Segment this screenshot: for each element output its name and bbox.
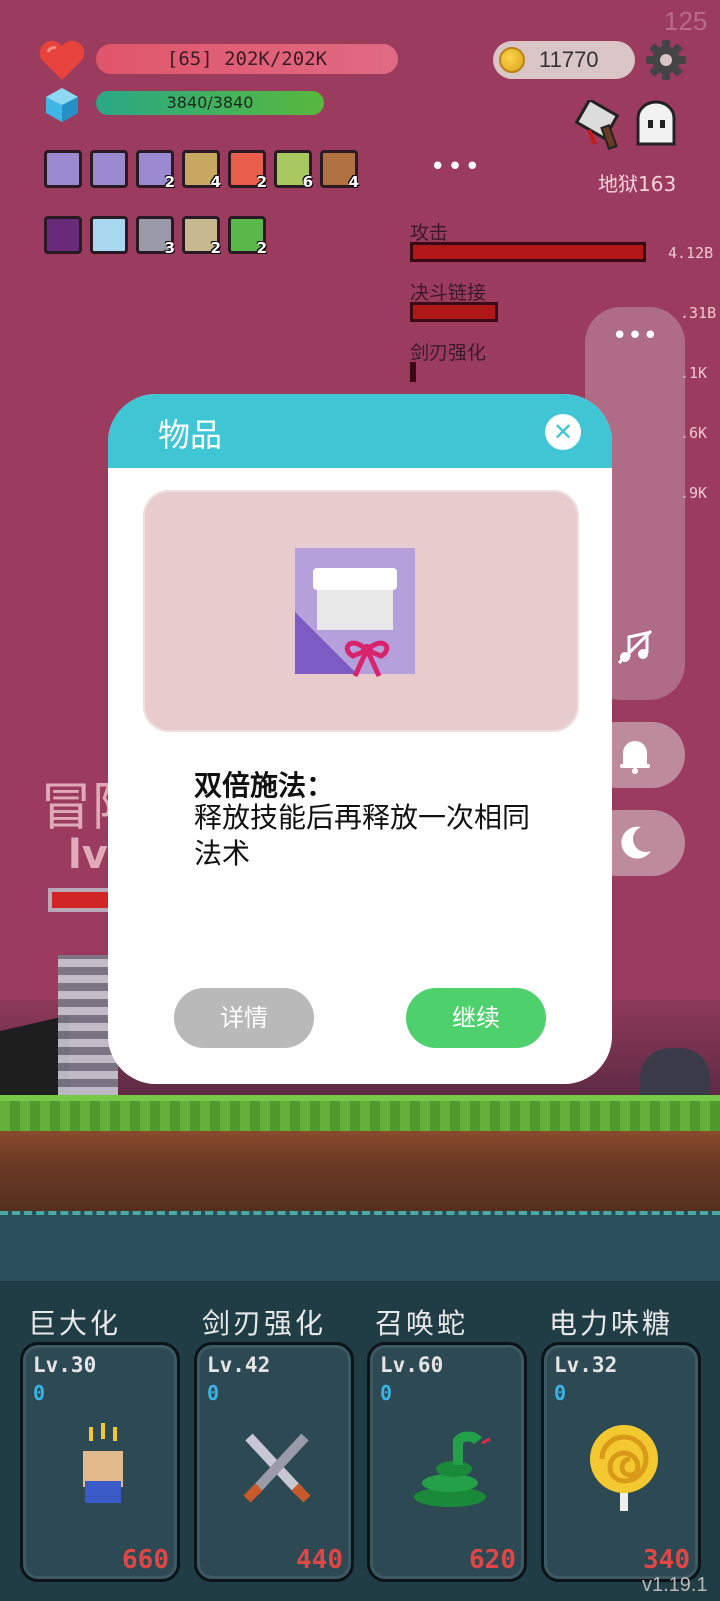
skill-name: 召唤蛇 (375, 1307, 469, 1340)
cleaver-icon[interactable] (575, 100, 627, 152)
water-strip (0, 1211, 720, 1281)
item-dialog: 物品 ✕ 双倍施法： 释放技能后再释放一次相同法术 详情 继续 (108, 394, 612, 1084)
snake-icon (408, 1421, 492, 1513)
details-button[interactable]: 详情 (174, 988, 314, 1048)
flame-icon[interactable]: 2 (228, 150, 267, 191)
skill-card[interactable]: Lv.42 0 440 (194, 1342, 354, 1582)
coin-value: 11770 (539, 47, 599, 72)
skill-name: 巨大化 (28, 1307, 122, 1340)
stat-label: 决斗链接 (410, 282, 487, 304)
crossed-swords-icon (235, 1421, 319, 1513)
skill-level: Lv.42 (207, 1353, 271, 1377)
scroll-bow-icon[interactable] (90, 150, 128, 188)
version-label: v1.19.1 (642, 1574, 708, 1596)
skill-card[interactable]: Lv.60 0 620 (367, 1342, 527, 1582)
dialog-title: 物品 (158, 416, 223, 454)
ghost-icon[interactable] (632, 100, 680, 148)
check-icon[interactable]: 2 (228, 216, 267, 257)
skill-name: 剑刃强化 (202, 1307, 327, 1340)
fps-counter: 125 (664, 6, 708, 36)
skill-cost: 340 (643, 1545, 690, 1575)
skill-card[interactable]: Lv.32 0 340 (541, 1342, 701, 1582)
heart-icon (39, 40, 85, 80)
hp-bar: [65] 202K/202K (96, 44, 398, 74)
gear-icon[interactable] (644, 38, 688, 82)
item-preview (143, 490, 579, 732)
stat-bar (410, 362, 416, 382)
side-more-button[interactable]: ••• (585, 321, 685, 351)
skill-cost: 620 (469, 1545, 516, 1575)
scroll-bow-icon[interactable] (44, 150, 82, 188)
meat-icon[interactable]: 4 (320, 150, 359, 191)
skill-cost: 440 (296, 1545, 343, 1575)
skill-count: 0 (207, 1381, 220, 1405)
grass-ground (0, 1095, 720, 1131)
skill-count: 0 (554, 1381, 567, 1405)
buff-count: 6 (302, 173, 313, 191)
bow-icon[interactable]: 6 (274, 150, 313, 191)
skill-name: 电力味糖 (549, 1307, 674, 1340)
fist-icon (61, 1421, 145, 1513)
buff-count: 3 (164, 239, 175, 257)
skill-card[interactable]: Lv.30 0 660 (20, 1342, 180, 1582)
close-button[interactable]: ✕ (545, 414, 581, 450)
stat-value: .31B (680, 304, 717, 322)
skill-count: 0 (380, 1381, 393, 1405)
stat-label: 剑刃强化 (410, 342, 487, 364)
music-muted-icon[interactable] (615, 627, 655, 667)
double-cast-scroll-icon (295, 548, 415, 678)
skill-level: Lv.30 (33, 1353, 97, 1377)
buff-count: 4 (210, 173, 221, 191)
skill-cost: 660 (122, 1545, 169, 1575)
rune-icon[interactable]: 2 (182, 216, 221, 257)
skill-count: 0 (33, 1381, 46, 1405)
buff-count: 2 (210, 239, 221, 257)
scroll-bow-icon[interactable]: 2 (136, 150, 175, 191)
lollipop-icon (582, 1421, 666, 1513)
coin-counter: 11770 (493, 41, 635, 79)
buff-count: 2 (256, 173, 267, 191)
demon-icon[interactable] (44, 216, 82, 254)
light-icon[interactable] (90, 216, 128, 254)
coin-icon (499, 47, 525, 73)
buff-count: 2 (256, 239, 267, 257)
stat-value: 4.12B (668, 244, 714, 262)
enemy-monster (640, 1048, 710, 1098)
blade-icon[interactable]: 3 (136, 216, 175, 257)
bell-icon (620, 741, 650, 774)
dialog-header: 物品 ✕ (108, 394, 612, 468)
stat-bar (410, 302, 498, 322)
item-name: 双倍施法： (194, 769, 335, 802)
skill-level: Lv.60 (380, 1353, 444, 1377)
dirt-ground (0, 1131, 720, 1211)
stat-bar (410, 242, 646, 262)
mp-bar: 3840/3840 (96, 91, 324, 115)
tools-icon[interactable]: 4 (182, 150, 221, 191)
more-buffs-button[interactable]: ••• (430, 152, 482, 182)
buff-count: 4 (348, 173, 359, 191)
hell-level-label: 地狱163 (598, 172, 677, 196)
buff-count: 2 (164, 173, 175, 191)
stat-label: 攻击 (410, 222, 449, 244)
continue-button[interactable]: 继续 (406, 988, 546, 1048)
gem-icon (46, 88, 78, 122)
buff-row-2: 3 2 2 (44, 216, 267, 257)
buff-row-1: 2 4 2 6 4 (44, 150, 359, 191)
skill-level: Lv.32 (554, 1353, 618, 1377)
moon-icon (621, 826, 651, 859)
item-description: 释放技能后再释放一次相同法术 (194, 801, 531, 870)
